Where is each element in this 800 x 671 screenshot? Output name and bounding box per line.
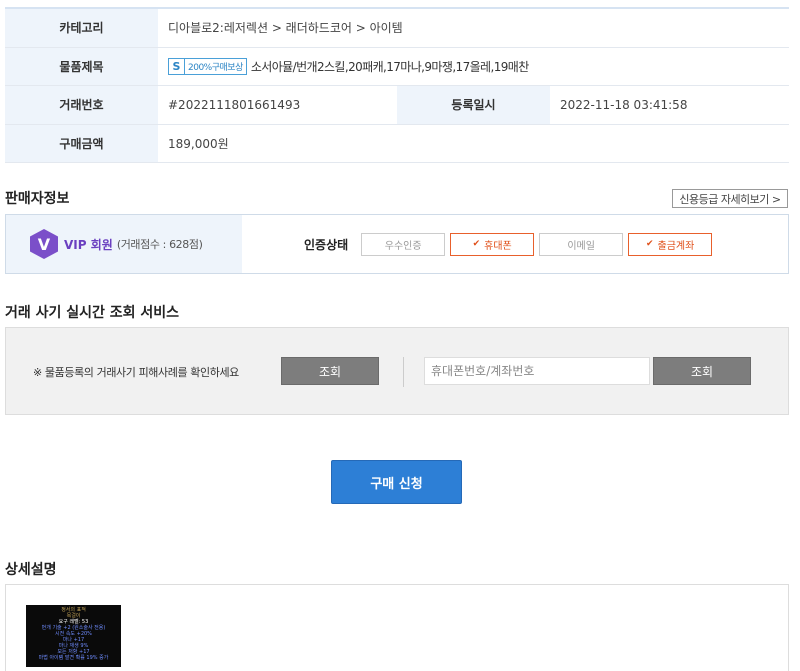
- phone-account-input[interactable]: [424, 357, 650, 385]
- price-value: 189,000원: [168, 136, 229, 151]
- phone-check-button[interactable]: 조회: [653, 357, 751, 385]
- price-row: 구매금액 189,000원: [5, 124, 789, 163]
- auth-email: 이메일: [539, 232, 624, 256]
- shield-icon: S: [169, 58, 185, 74]
- title-label: 물품제목: [5, 47, 158, 85]
- detail-section-title: 상세설명: [5, 562, 57, 578]
- title-row: 물품제목 S 200%구매보상 소서아뮬/번개2스킬,20패캐,17마나,9마쟁…: [5, 47, 789, 86]
- trade-score: (거래점수 : 628점): [116, 238, 203, 251]
- reg-date-value: 2022-11-18 03:41:58: [560, 97, 688, 112]
- category-value: 디아블로2:레저렉션 > 래더하드코어 > 아이템: [168, 21, 403, 36]
- item-info-table: 카테고리 디아블로2:레저렉션 > 래더하드코어 > 아이템 물품제목 S 20…: [5, 7, 789, 163]
- item-line: 마법 아이템 발견 확률 19% 증가: [38, 655, 109, 661]
- auth-account: 출금계좌: [628, 232, 713, 256]
- auth-status: 인증상태 우수인증 휴대폰 이메일 출금계좌: [242, 215, 788, 273]
- category-label: 카테고리: [5, 9, 158, 47]
- buy-request-button[interactable]: 구매 신청: [331, 460, 462, 504]
- auth-status-label: 인증상태: [304, 237, 349, 252]
- vip-label: VIP 회원: [64, 237, 113, 252]
- reg-date-label: 등록일시: [397, 86, 550, 124]
- vip-icon: V: [30, 229, 58, 259]
- detail-box: 정서의 표적 목걸이 요구 레벨: 53 번개 기술 +2 (원소술사 전용) …: [5, 584, 789, 671]
- purchase-reward-badge: S 200%구매보상: [168, 57, 247, 75]
- fraud-notice: ※ 물품등록의 거래사기 피해사례를 확인하세요: [33, 366, 239, 379]
- credit-detail-button[interactable]: 신용등급 자세히보기 >: [672, 189, 788, 208]
- title-cell: S 200%구매보상 소서아뮬/번개2스킬,20패캐,17마나,9마쟁,17올레…: [158, 48, 789, 86]
- seller-grade: V VIP 회원 (거래점수 : 628점): [6, 215, 242, 273]
- auth-excellent: 우수인증: [361, 232, 446, 256]
- seller-section-title: 판매자정보: [5, 191, 70, 207]
- trade-no-label: 거래번호: [5, 86, 158, 124]
- fraud-check-button[interactable]: 조회: [281, 357, 379, 385]
- fraud-section-title: 거래 사기 실시간 조회 서비스: [5, 305, 180, 321]
- purchase-reward-text: 200%구매보상: [188, 62, 243, 73]
- price-label: 구매금액: [5, 124, 158, 162]
- seller-info-box: V VIP 회원 (거래점수 : 628점) 인증상태 우수인증 휴대폰 이메일…: [5, 214, 789, 274]
- trade-no-value: #2022111801661493: [168, 97, 301, 112]
- item-title: 소서아뮬/번개2스킬,20패캐,17마나,9마쟁,17올레,19매찬: [250, 59, 529, 74]
- category-row: 카테고리 디아블로2:레저렉션 > 래더하드코어 > 아이템: [5, 9, 789, 48]
- auth-phone: 휴대폰: [450, 232, 535, 256]
- item-screenshot[interactable]: 정서의 표적 목걸이 요구 레벨: 53 번개 기술 +2 (원소술사 전용) …: [26, 605, 121, 667]
- trade-row: 거래번호 #2022111801661493 등록일시 2022-11-18 0…: [5, 86, 789, 125]
- fraud-check-box: ※ 물품등록의 거래사기 피해사례를 확인하세요 조회 조회: [5, 327, 789, 415]
- divider: [403, 357, 404, 387]
